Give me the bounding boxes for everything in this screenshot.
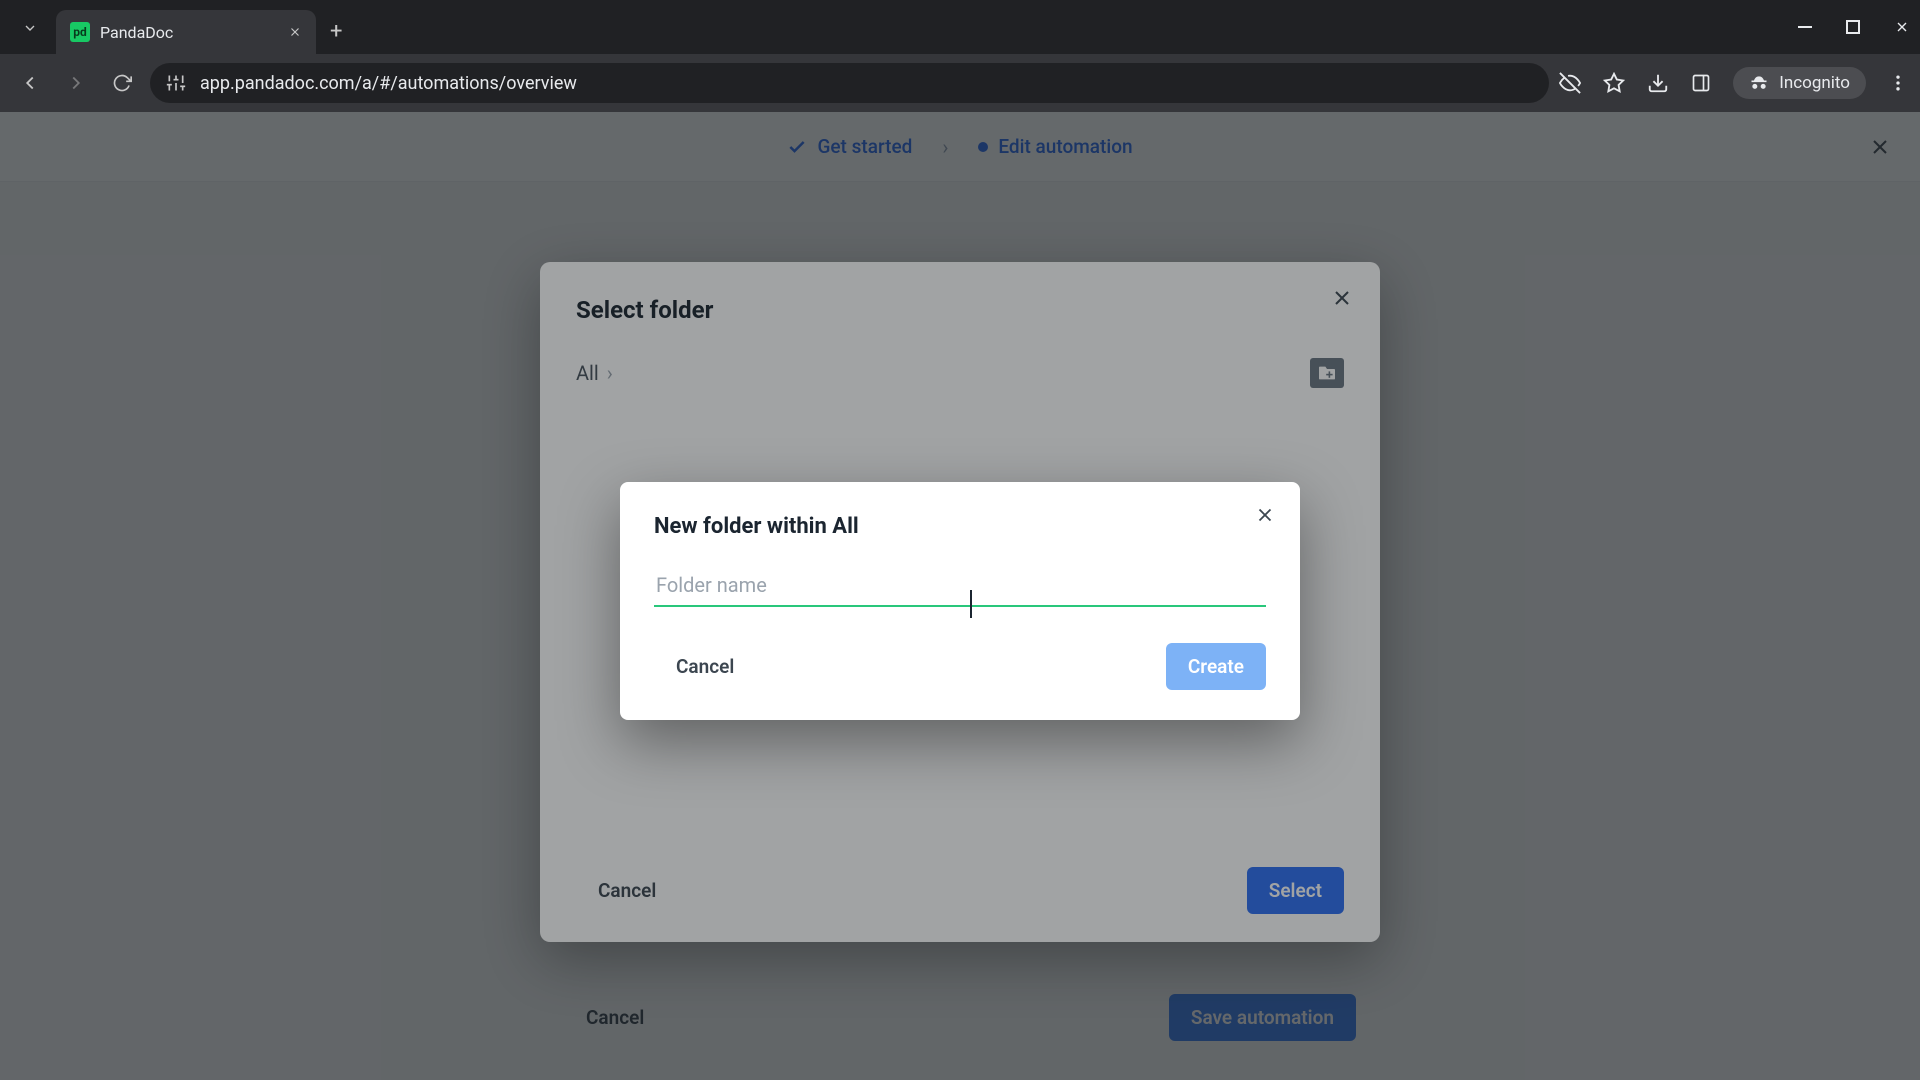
close-icon[interactable] [1894,19,1910,35]
incognito-label: Incognito [1779,73,1850,93]
url-text: app.pandadoc.com/a/#/automations/overvie… [200,73,577,94]
tab-favicon: pd [70,22,90,42]
new-folder-cancel-button[interactable]: Cancel [654,643,756,690]
download-icon[interactable] [1647,72,1669,94]
reload-button[interactable] [104,65,140,101]
page-content: Get started › Edit automation Cancel Sav… [0,112,1920,1080]
folder-name-input[interactable] [654,565,1266,607]
browser-tab[interactable]: pd PandaDoc [56,10,316,54]
address-bar: app.pandadoc.com/a/#/automations/overvie… [0,54,1920,112]
new-tab-button[interactable]: + [330,19,342,44]
site-settings-icon[interactable] [166,73,186,93]
close-tab-icon[interactable] [288,25,302,39]
new-folder-title: New folder within All [654,514,1266,539]
star-icon[interactable] [1603,72,1625,94]
forward-button[interactable] [58,65,94,101]
incognito-chip[interactable]: Incognito [1733,67,1866,99]
minimize-icon[interactable] [1798,20,1812,34]
kebab-menu-icon[interactable] [1888,73,1908,93]
new-folder-close-button[interactable] [1254,504,1276,526]
new-folder-actions: Cancel Create [654,643,1266,690]
browser-window: pd PandaDoc + app.pandadoc.com/a/#/a [0,0,1920,1080]
new-folder-create-button[interactable]: Create [1166,643,1266,690]
window-controls [1798,0,1910,54]
tab-title: PandaDoc [100,23,173,42]
toolbar-right: Incognito [1559,67,1908,99]
tab-search-button[interactable] [10,8,50,48]
text-caret [970,590,972,618]
back-button[interactable] [12,65,48,101]
tab-strip: pd PandaDoc + [0,0,1920,54]
eye-off-icon[interactable] [1559,72,1581,94]
maximize-icon[interactable] [1846,20,1860,34]
omnibox[interactable]: app.pandadoc.com/a/#/automations/overvie… [150,63,1549,103]
new-folder-dialog: New folder within All Cancel Create [620,482,1300,720]
sidepanel-icon[interactable] [1691,73,1711,93]
